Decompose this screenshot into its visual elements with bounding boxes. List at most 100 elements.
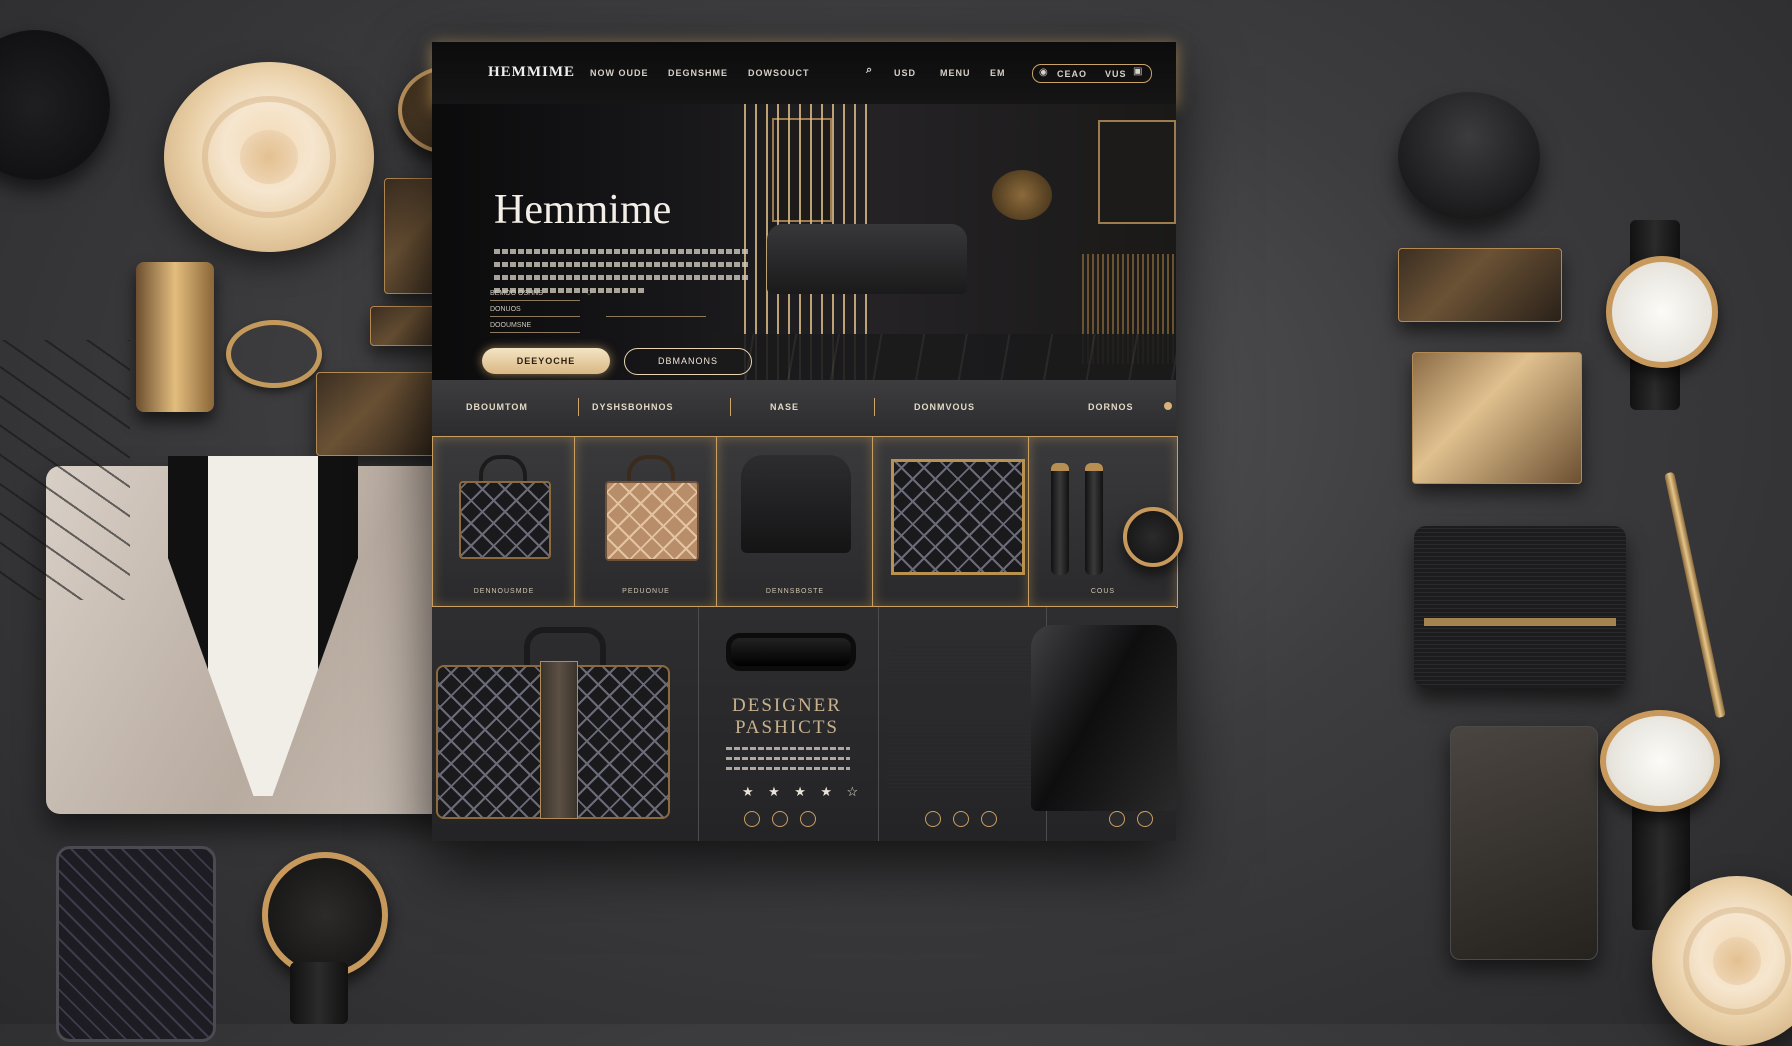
promo-card[interactable]: DESIGNER PASHICTS ★ ★ ★ ★ ☆ [704,607,874,841]
watch-strap-bottom-left [290,962,348,1024]
category-tab-5[interactable]: DORNOS [1088,402,1134,412]
watch-prop-bottom-right [1600,710,1720,812]
product-grid-row-1: DENNOUSMDE PEDUONUE DENNSBOSTE COUS [432,436,1183,608]
gold-dot-icon [1164,402,1172,410]
sunglasses-image [726,633,856,671]
product-card-4[interactable] [872,436,1030,608]
promo-description-line-1 [726,747,850,750]
cart-icon[interactable]: ▣ [1133,66,1142,77]
nav-link-2[interactable]: DEGNSHME [668,68,728,78]
hero-primary-button[interactable]: DEEYOCHE [482,348,610,374]
hero-form-field-1[interactable]: BEMOO OSHNS [490,290,580,301]
product-grid-row-2: DESIGNER PASHICTS ★ ★ ★ ★ ☆ [432,606,1177,841]
nav-action-pill[interactable]: ◉ CEAO VUS ▣ [1032,64,1152,83]
star-icon: ★ [768,784,780,799]
hero-description-line-1 [494,249,749,254]
nav-link-3[interactable]: DOWSOUCT [748,68,810,78]
category-divider [874,398,875,416]
promo-description-line-3 [726,767,850,770]
quilted-clutch-image [891,459,1025,575]
leather-line-prop [0,340,130,600]
user-icon[interactable]: ◉ [1039,67,1048,78]
product-card-5[interactable]: COUS [1028,436,1183,608]
carousel-dot[interactable] [800,811,816,827]
top-navbar: HEMMIME NOW OUDE DEGNSHME DOWSOUCT ⌕ USD… [432,42,1176,105]
black-jacket-image [741,455,851,553]
jewelry-tray-prop [1398,248,1562,322]
nav-util-em[interactable]: EM [990,68,1006,78]
star-icon: ★ [742,784,754,799]
wall-art-frame-2 [1098,120,1176,224]
product-card-2[interactable]: PEDUONUE [574,436,718,608]
round-box-prop [1398,92,1540,220]
featured-bag-card[interactable] [432,607,699,841]
carousel-dot[interactable] [744,811,760,827]
category-divider [578,398,579,416]
product-label-3: DENNSBOSTE [765,588,825,595]
carousel-dot[interactable] [1137,811,1153,827]
product-card-1[interactable]: DENNOUSMDE [432,436,576,608]
product-card-3[interactable]: DENNSBOSTE [716,436,874,608]
hero-secondary-button[interactable]: DBMANONS [624,348,752,375]
site-logo[interactable]: HEMMIME [488,64,575,81]
phone-case-prop [1450,726,1598,960]
category-divider [730,398,731,416]
star-icon: ☆ [846,784,859,799]
hero-form-field-3[interactable]: DOOUMSNE [490,322,580,333]
carousel-dot[interactable] [925,811,941,827]
bag-strap [540,661,578,819]
hero-description-line-2 [494,262,749,267]
sweater-band-prop [1424,618,1616,626]
nav-link-1[interactable]: NOW OUDE [590,68,649,78]
search-icon[interactable]: ⌕ [866,64,873,77]
nav-util-usd[interactable]: USD [894,68,916,78]
pocket-watch-image [1123,507,1183,567]
category-tab-2[interactable]: DYSHSBOHNOS [592,402,674,412]
product-label-1: DENNOUSMDE [473,588,535,595]
perfume-bottle-prop [136,262,214,412]
carousel-dot[interactable] [981,811,997,827]
carousel-dot[interactable] [953,811,969,827]
hero-form-field-2-right[interactable] [606,306,706,317]
chevron-icon[interactable]: ◌ [586,287,592,298]
category-tab-4[interactable]: DONMVOUS [914,402,975,412]
watch-prop-top-right [1606,256,1718,368]
hero-description-line-3 [494,275,749,280]
gold-ring-prop [226,320,322,388]
carousel-dot[interactable] [772,811,788,827]
website-mockup: HEMMIME NOW OUDE DEGNSHME DOWSOUCT ⌕ USD… [432,42,1183,841]
lipstick-image [1051,463,1069,575]
nav-util-menu[interactable]: MENU [940,68,971,78]
quilted-gold-bag [605,481,699,561]
nav-action-vus[interactable]: VUS [1105,69,1127,79]
gold-dagger-prop [1664,471,1726,719]
black-sweater-image [887,645,1037,791]
star-icon: ★ [794,784,806,799]
wallet-prop [56,846,216,1042]
category-tab-3[interactable]: NASE [770,402,799,412]
folded-sweater-prop [1414,526,1626,688]
star-rating: ★ ★ ★ ★ ☆ [742,783,858,801]
leather-jacket-image [1031,625,1177,811]
hero-title: Hemmime [494,187,672,233]
lipstick-image [1085,463,1103,575]
product-label-2: PEDUONUE [622,588,670,595]
leather-jacket-card[interactable] [1031,607,1177,841]
nav-action-ceao[interactable]: CEAO [1057,69,1087,79]
category-tab-1[interactable]: DBOUMTOM [466,402,528,412]
promo-title-line-2: PASHICTS [734,717,839,738]
watch-prop-bottom-left [262,852,388,978]
product-label-5: COUS [1090,588,1116,595]
quilted-black-bag [459,481,551,559]
hero-form-field-2[interactable]: DONUOS [490,306,580,317]
promo-title-line-1: DESIGNER [732,695,842,716]
flower-vase-decor [992,170,1052,220]
black-hat-prop [0,30,110,180]
category-bar: DBOUMTOM DYSHSBOHNOS NASE DONMVOUS DORNO… [432,380,1176,436]
hero-banner: Hemmime BEMOO OSHNS ◌ DONUOS DOOUMSNE DE… [432,104,1176,380]
sweater-card[interactable] [878,607,1047,841]
flower-prop-top [164,62,374,252]
gold-box-prop-right [1412,352,1582,484]
carousel-dot[interactable] [1109,811,1125,827]
marble-floor [712,334,1176,380]
